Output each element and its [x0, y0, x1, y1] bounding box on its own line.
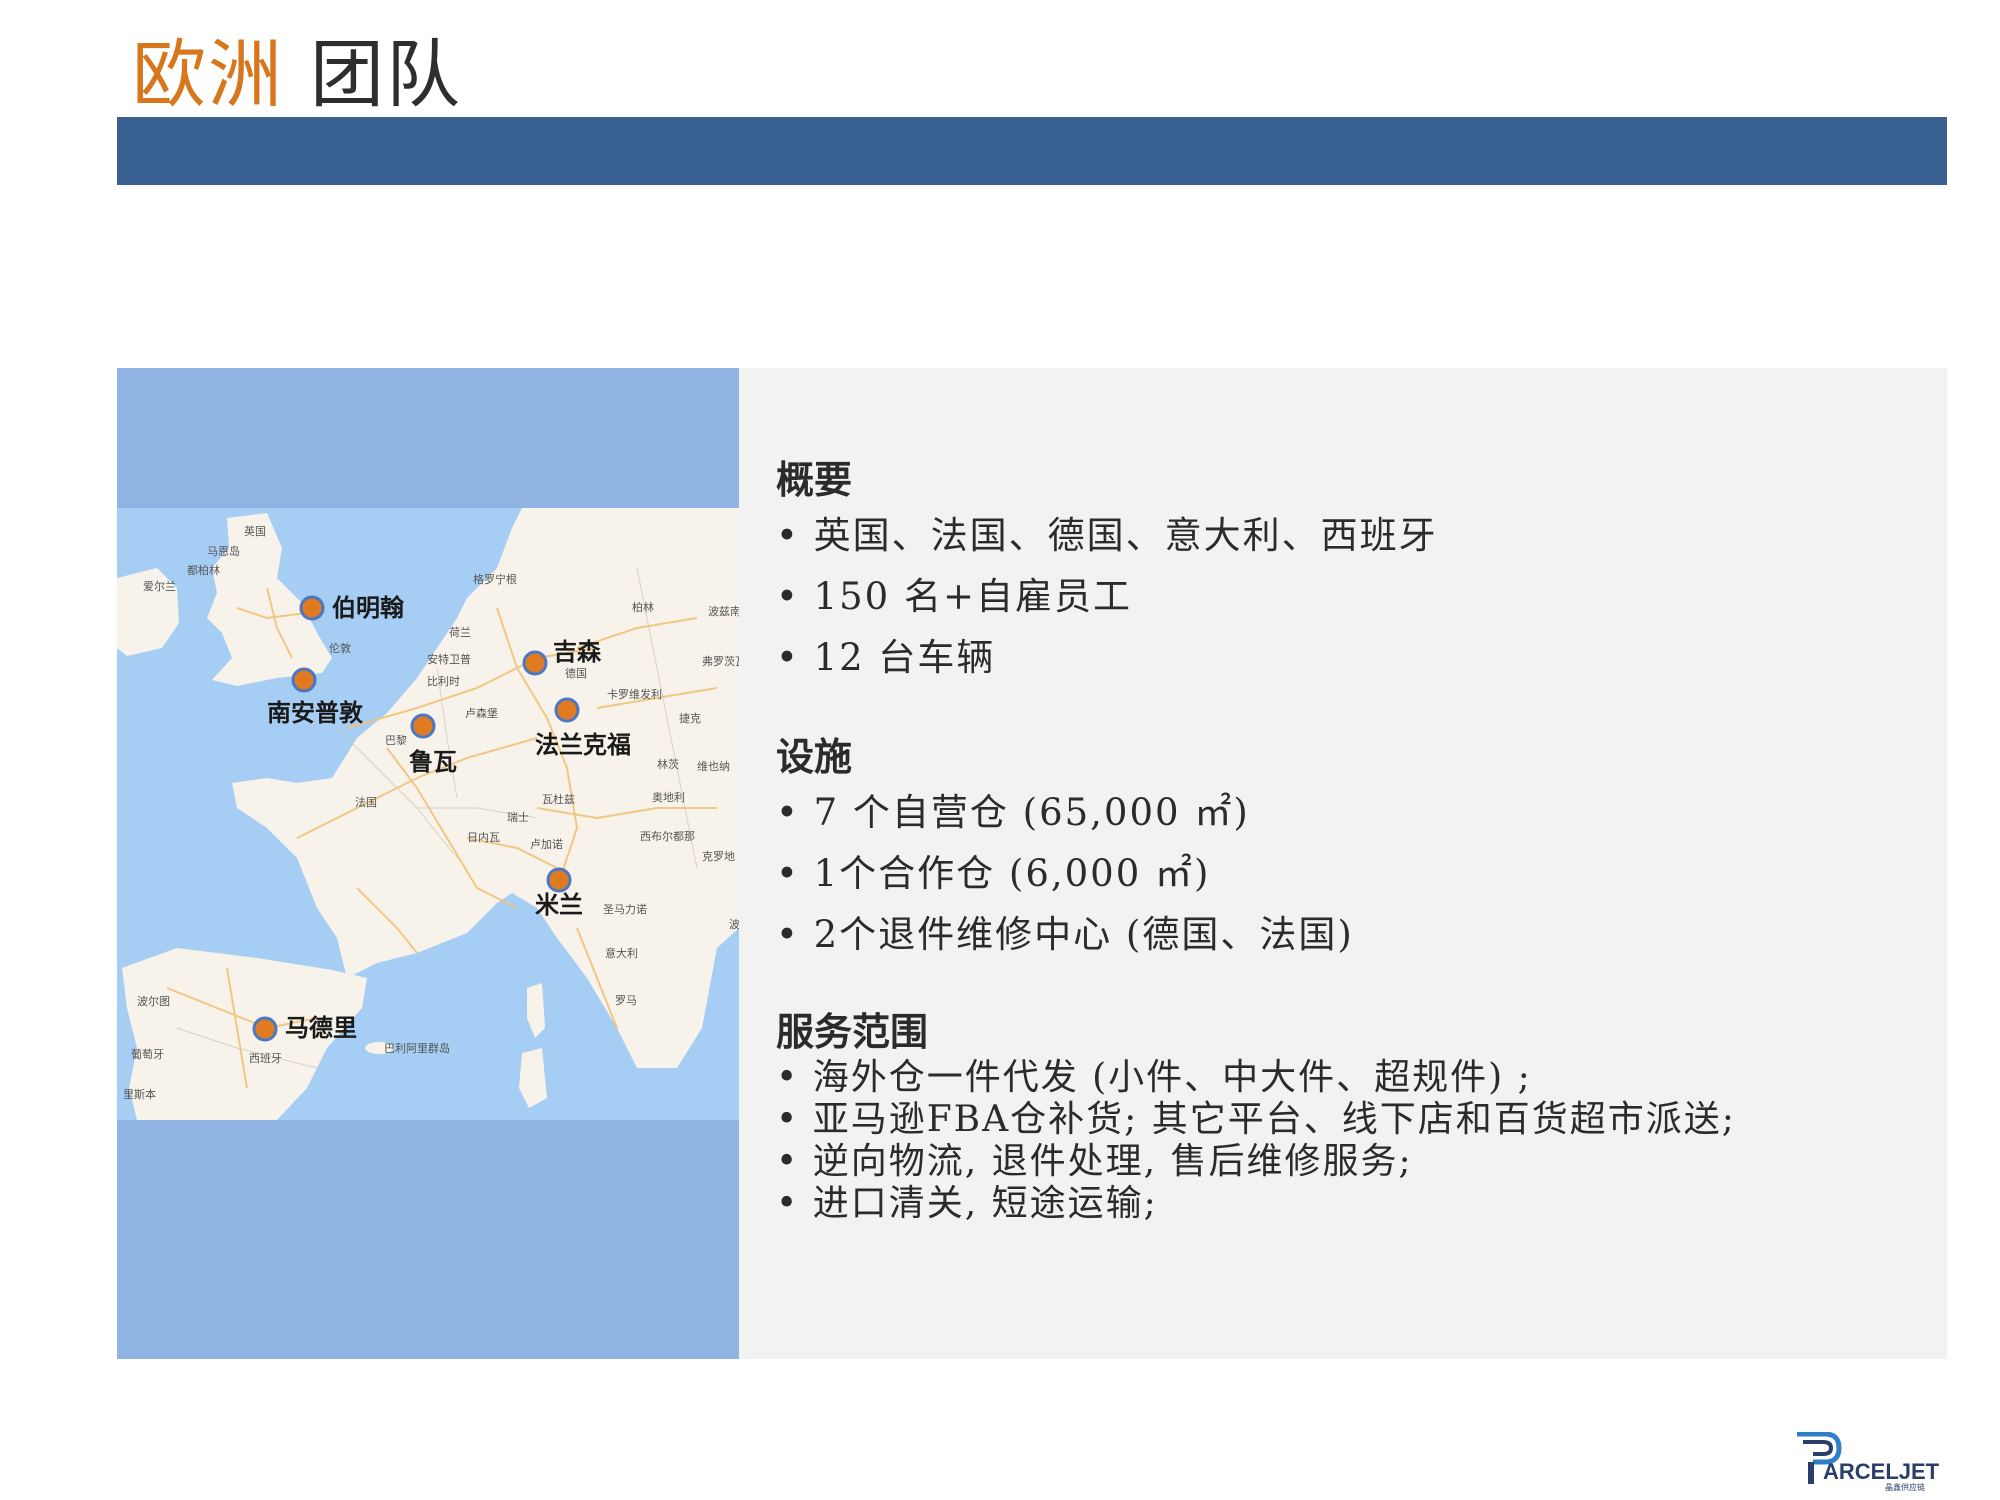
map-label-austria: 奥地利: [652, 790, 685, 804]
list-item: 英国、法国、德国、意大利、西班牙: [776, 505, 1926, 566]
marker-giessen: [522, 650, 548, 676]
map-label-belgium: 比利时: [427, 675, 460, 688]
city-label-southampton: 南安普敦: [267, 698, 364, 727]
overview-list: 英国、法国、德国、意大利、西班牙 150 名+自雇员工 12 台车辆: [776, 505, 1926, 688]
map-label-germany: 德国: [565, 666, 587, 680]
map-label-antwerp: 安特卫普: [427, 652, 471, 666]
map-label-linz: 林茨: [657, 757, 679, 771]
europe-map: 英国 马恩岛 都柏林 爱尔兰 伦敦 荷兰 格罗宁根 安特卫普 比利时 卢森堡 巴…: [117, 508, 739, 1120]
map-label-berlin: 柏林: [632, 600, 654, 614]
marker-madrid: [252, 1016, 278, 1042]
map-label-west: 西布尔都那: [640, 830, 695, 843]
section-title-facilities: 设施: [776, 734, 853, 779]
list-item: 1个合作仓 (6,000 ㎡): [776, 843, 1926, 904]
map-label-paris: 巴黎: [385, 733, 407, 747]
map-label-croatia: 克罗地: [702, 850, 735, 863]
city-label-madrid: 马德里: [285, 1013, 357, 1042]
city-label-frankfurt: 法兰克福: [535, 730, 631, 759]
city-label-birmingham: 伯明翰: [332, 593, 404, 622]
list-item: 海外仓一件代发 (小件、中大件、超规件) ;: [776, 1057, 1926, 1099]
map-label-porto: 波尔图: [137, 995, 170, 1008]
logo-subtext: 晶鑫供应链: [1885, 1482, 1925, 1492]
marker-birmingham: [299, 595, 325, 621]
map-label-italy: 意大利: [605, 946, 638, 960]
map-label-groningen: 格罗宁根: [473, 572, 517, 586]
list-item: 150 名+自雇员工: [776, 566, 1926, 627]
city-label-giessen: 吉森: [553, 637, 602, 666]
map-label-vaduz: 瓦杜兹: [542, 792, 575, 806]
section-title-services: 服务范围: [776, 1009, 929, 1054]
map-label-london: 伦敦: [329, 641, 351, 655]
map-label-balearic: 巴利阿里群岛: [384, 1041, 450, 1055]
map-label-karlovy-vary: 卡罗维发利: [607, 687, 662, 701]
map-label-uk: 英国: [244, 524, 266, 538]
title-team: 团队: [310, 32, 462, 118]
city-label-roye: 鲁瓦: [409, 747, 457, 776]
info-content: 概要 英国、法国、德国、意大利、西班牙 150 名+自雇员工 12 台车辆 设施…: [776, 455, 1926, 1225]
map-label-geneva: 日内瓦: [467, 830, 500, 844]
map-label-edge: 波: [729, 918, 739, 931]
marker-roye: [410, 713, 436, 739]
map-label-france: 法国: [355, 795, 377, 809]
map-label-san-marino: 圣马力诺: [603, 903, 647, 916]
map-label-vienna: 维也纳: [697, 760, 730, 773]
section-title-overview: 概要: [776, 457, 853, 502]
map-label-rome: 罗马: [615, 994, 637, 1007]
map-label-dublin: 都柏林: [187, 563, 220, 577]
map-label-lugano: 卢加诺: [530, 838, 563, 851]
map-label-switzerland: 瑞士: [507, 810, 529, 824]
map-label-netherlands: 荷兰: [449, 626, 471, 639]
map-label-luxembourg: 卢森堡: [465, 706, 498, 720]
city-label-milan: 米兰: [535, 890, 583, 919]
list-item: 进口清关, 短途运输;: [776, 1183, 1926, 1225]
map-label-wroclaw: 弗罗茨瓦夫: [702, 654, 739, 668]
services-list: 海外仓一件代发 (小件、中大件、超规件) ; 亚马逊FBA仓补货; 其它平台、线…: [776, 1057, 1926, 1225]
marker-milan: [546, 867, 572, 893]
list-item: 亚马逊FBA仓补货; 其它平台、线下店和百货超市派送;: [776, 1099, 1926, 1141]
marker-southampton: [291, 667, 317, 693]
map-label-czech: 捷克: [679, 711, 701, 725]
list-item: 逆向物流, 退件处理, 售后维修服务;: [776, 1141, 1926, 1183]
list-item: 12 台车辆: [776, 627, 1926, 688]
marker-frankfurt: [554, 697, 580, 723]
title-region: 欧洲: [132, 32, 284, 118]
facilities-list: 7 个自营仓 (65,000 ㎡) 1个合作仓 (6,000 ㎡) 2个退件维修…: [776, 782, 1926, 965]
list-item: 2个退件维修中心 (德国、法国): [776, 904, 1926, 965]
parceljet-logo: ARCELJET 晶鑫供应链: [1795, 1431, 1945, 1492]
map-label-spain: 西班牙: [249, 1052, 282, 1065]
page-title: 欧洲 团队: [132, 30, 462, 120]
map-label-lisbon: 里斯本: [123, 1087, 156, 1101]
list-item: 7 个自营仓 (65,000 ㎡): [776, 782, 1926, 843]
map-label-poznan: 波兹南: [708, 605, 739, 618]
map-label-portugal: 葡萄牙: [131, 1048, 164, 1061]
header-band: [117, 117, 1947, 185]
map-label-ireland: 爱尔兰: [143, 580, 176, 593]
map-label-isle-of-man: 马恩岛: [207, 544, 240, 558]
logo-text: ARCELJET: [1823, 1459, 1940, 1484]
